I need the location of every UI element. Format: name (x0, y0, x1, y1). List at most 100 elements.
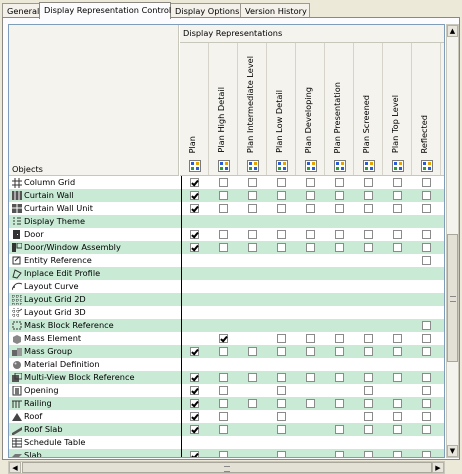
visibility-checkbox[interactable] (422, 425, 431, 434)
visibility-checkbox[interactable] (277, 204, 286, 213)
visibility-checkbox[interactable] (335, 347, 344, 356)
visibility-checkbox[interactable] (277, 373, 286, 382)
visibility-checkbox[interactable] (364, 334, 373, 343)
visibility-checkbox[interactable] (364, 412, 373, 421)
visibility-checkbox[interactable] (219, 347, 228, 356)
column-header-reflected[interactable]: Reflected (412, 43, 441, 175)
visibility-checkbox[interactable] (219, 399, 228, 408)
visibility-checkbox[interactable] (190, 191, 199, 200)
visibility-checkbox[interactable] (422, 334, 431, 343)
visibility-checkbox[interactable] (277, 386, 286, 395)
visibility-checkbox[interactable] (393, 399, 402, 408)
tab-display-representation-control[interactable]: Display Representation Control (39, 2, 171, 19)
visibility-checkbox[interactable] (248, 373, 257, 382)
tab-display-options[interactable]: Display Options (170, 3, 241, 17)
visibility-checkbox[interactable] (248, 243, 257, 252)
visibility-checkbox[interactable] (190, 178, 199, 187)
visibility-checkbox[interactable] (422, 230, 431, 239)
column-header-plan[interactable]: Plan (180, 43, 209, 175)
tab-general[interactable]: General (2, 3, 40, 17)
visibility-checkbox[interactable] (335, 191, 344, 200)
visibility-checkbox[interactable] (393, 347, 402, 356)
visibility-checkbox[interactable] (190, 347, 199, 356)
vertical-scrollbar[interactable]: ▲ ▼ (446, 24, 459, 458)
visibility-checkbox[interactable] (393, 334, 402, 343)
column-header-plan-presentation[interactable]: Plan Presentation (325, 43, 354, 175)
visibility-checkbox[interactable] (335, 373, 344, 382)
visibility-checkbox[interactable] (248, 204, 257, 213)
visibility-checkbox[interactable] (335, 425, 344, 434)
horizontal-scrollbar[interactable]: ◀ ▶ (8, 461, 445, 474)
visibility-checkbox[interactable] (306, 230, 315, 239)
visibility-checkbox[interactable] (364, 191, 373, 200)
visibility-checkbox[interactable] (306, 347, 315, 356)
visibility-checkbox[interactable] (364, 230, 373, 239)
visibility-checkbox[interactable] (393, 178, 402, 187)
visibility-checkbox[interactable] (248, 230, 257, 239)
visibility-checkbox[interactable] (219, 191, 228, 200)
visibility-checkbox[interactable] (219, 230, 228, 239)
visibility-checkbox[interactable] (190, 386, 199, 395)
visibility-checkbox[interactable] (277, 347, 286, 356)
scroll-up-button[interactable]: ▲ (447, 25, 458, 37)
visibility-checkbox[interactable] (190, 412, 199, 421)
visibility-checkbox[interactable] (393, 412, 402, 421)
visibility-checkbox[interactable] (393, 191, 402, 200)
vertical-scroll-thumb[interactable] (447, 234, 458, 362)
scroll-right-button[interactable]: ▶ (432, 462, 444, 473)
horizontal-scroll-thumb[interactable] (22, 462, 432, 473)
visibility-checkbox[interactable] (422, 321, 431, 330)
visibility-checkbox[interactable] (219, 334, 228, 343)
visibility-checkbox[interactable] (190, 230, 199, 239)
visibility-checkbox[interactable] (422, 386, 431, 395)
scroll-down-button[interactable]: ▼ (447, 445, 458, 457)
visibility-checkbox[interactable] (219, 178, 228, 187)
visibility-checkbox[interactable] (364, 451, 373, 457)
visibility-checkbox[interactable] (306, 399, 315, 408)
visibility-checkbox[interactable] (364, 178, 373, 187)
visibility-checkbox[interactable] (277, 412, 286, 421)
visibility-checkbox[interactable] (190, 451, 199, 457)
visibility-checkbox[interactable] (248, 347, 257, 356)
visibility-checkbox[interactable] (277, 425, 286, 434)
visibility-checkbox[interactable] (364, 243, 373, 252)
visibility-checkbox[interactable] (422, 191, 431, 200)
visibility-checkbox[interactable] (219, 451, 228, 457)
visibility-checkbox[interactable] (335, 243, 344, 252)
visibility-checkbox[interactable] (364, 386, 373, 395)
visibility-checkbox[interactable] (190, 425, 199, 434)
visibility-checkbox[interactable] (393, 451, 402, 457)
visibility-checkbox[interactable] (306, 373, 315, 382)
column-header-plan-low-detail[interactable]: Plan Low Detail (267, 43, 296, 175)
visibility-checkbox[interactable] (277, 178, 286, 187)
visibility-checkbox[interactable] (248, 399, 257, 408)
visibility-checkbox[interactable] (306, 191, 315, 200)
visibility-checkbox[interactable] (422, 243, 431, 252)
visibility-checkbox[interactable] (364, 425, 373, 434)
visibility-checkbox[interactable] (335, 204, 344, 213)
visibility-checkbox[interactable] (306, 334, 315, 343)
visibility-checkbox[interactable] (422, 399, 431, 408)
visibility-checkbox[interactable] (306, 204, 315, 213)
visibility-checkbox[interactable] (219, 412, 228, 421)
column-header-plan-screened[interactable]: Plan Screened (354, 43, 383, 175)
visibility-checkbox[interactable] (306, 243, 315, 252)
visibility-checkbox[interactable] (364, 399, 373, 408)
visibility-checkbox[interactable] (277, 191, 286, 200)
column-header-plan-intermediate-level[interactable]: Plan Intermediate Level (238, 43, 267, 175)
visibility-checkbox[interactable] (219, 373, 228, 382)
column-header-plan-high-detail[interactable]: Plan High Detail (209, 43, 238, 175)
visibility-checkbox[interactable] (422, 178, 431, 187)
scroll-left-button[interactable]: ◀ (9, 462, 21, 473)
visibility-checkbox[interactable] (422, 412, 431, 421)
visibility-checkbox[interactable] (306, 178, 315, 187)
visibility-checkbox[interactable] (190, 243, 199, 252)
visibility-checkbox[interactable] (393, 204, 402, 213)
visibility-checkbox[interactable] (422, 373, 431, 382)
visibility-checkbox[interactable] (422, 451, 431, 457)
visibility-checkbox[interactable] (219, 386, 228, 395)
visibility-checkbox[interactable] (393, 243, 402, 252)
tab-version-history[interactable]: Version History (240, 3, 310, 17)
visibility-checkbox[interactable] (277, 451, 286, 457)
visibility-checkbox[interactable] (422, 204, 431, 213)
